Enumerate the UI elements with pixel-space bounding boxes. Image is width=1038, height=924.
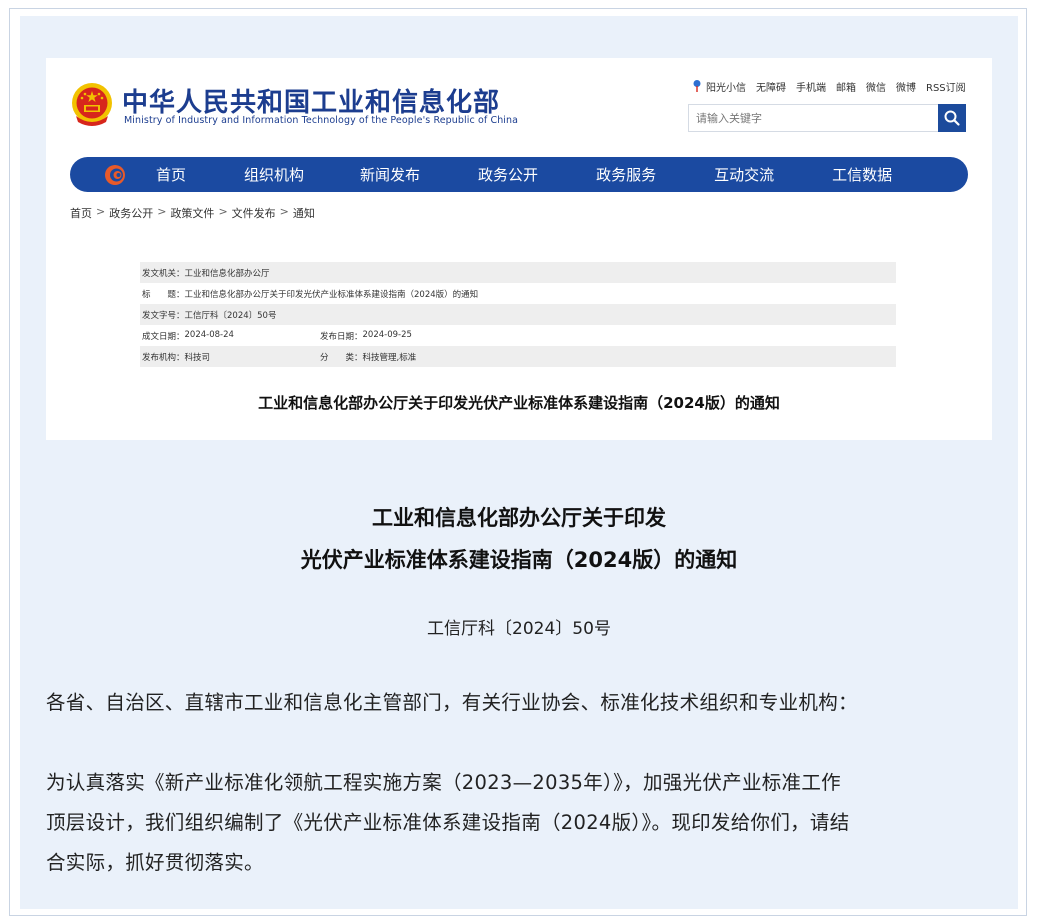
document-meta-table: 发文机关： 工业和信息化部办公厅 标 题： 工业和信息化部办公厅关于印发光伏产业…	[140, 262, 896, 367]
nav-news[interactable]: 新闻发布	[360, 164, 420, 185]
meta-published-value: 2024-09-25	[362, 329, 412, 340]
card-document-title: 工业和信息化部办公厅关于印发光伏产业标准体系建设指南（2024版）的通知	[258, 394, 780, 412]
breadcrumb-separator-icon: >	[218, 205, 228, 218]
breadcrumb-home[interactable]: 首页	[70, 205, 92, 221]
nav-gov-affairs[interactable]: 政务公开	[478, 164, 538, 185]
meta-row-issuer: 发文机关： 工业和信息化部办公厅	[140, 262, 896, 283]
site-name-en: Ministry of Industry and Information Tec…	[124, 115, 519, 126]
article-title-line2: 光伏产业标准体系建设指南（2024版）的通知	[300, 548, 738, 572]
toplink-sunshine[interactable]: 阳光小信	[706, 79, 746, 94]
nav-logo-icon	[105, 165, 125, 185]
breadcrumb-notice: 通知	[292, 207, 315, 220]
search-input[interactable]	[689, 105, 937, 131]
meta-published-label: 发布日期：	[320, 331, 363, 342]
toplink-mail[interactable]: 邮箱	[836, 79, 856, 94]
nav-gov-services[interactable]: 政务服务	[596, 164, 656, 185]
meta-issuer-label: 发文机关：	[142, 268, 185, 279]
breadcrumb-separator-icon: >	[157, 205, 167, 218]
meta-org-label: 发布机构：	[142, 352, 185, 363]
article-body-line: 为认真落实《新产业标准化领航工程实施方案（2023—2035年）》，加强光伏产业…	[46, 771, 841, 794]
webpage-screenshot-card: 中华人民共和国工业和信息化部 Ministry of Industry and …	[46, 58, 992, 440]
main-nav: 首页 组织机构 新闻发布 政务公开 政务服务 互动交流 工信数据	[70, 157, 968, 192]
search-icon	[944, 110, 960, 126]
article-title-line1: 工业和信息化部办公厅关于印发	[372, 506, 666, 530]
meta-category-cell: 分 类： 科技管理,标准	[320, 351, 416, 363]
meta-issuer-value: 工业和信息化部办公厅	[184, 268, 270, 279]
meta-category-label: 分 类：	[320, 352, 363, 363]
breadcrumb-release[interactable]: 文件发布	[232, 205, 276, 221]
search-box	[688, 104, 966, 132]
nav-interaction[interactable]: 互动交流	[714, 164, 774, 185]
meta-created-value: 2024-08-24	[184, 329, 234, 340]
top-links: 阳光小信 无障碍 手机端 邮箱 微信 微博 RSS订阅	[692, 78, 966, 94]
nav-items: 首页 组织机构 新闻发布 政务公开 政务服务 互动交流 工信数据	[156, 157, 892, 192]
meta-docno-value: 工信厅科〔2024〕50号	[184, 310, 277, 321]
meta-created-cell: 成文日期： 2024-08-24	[142, 330, 320, 342]
nav-organization[interactable]: 组织机构	[244, 164, 304, 185]
meta-row-dates: 成文日期： 2024-08-24 发布日期： 2024-09-25	[140, 325, 896, 346]
breadcrumb-policy[interactable]: 政策文件	[170, 205, 214, 221]
breadcrumb-separator-icon: >	[279, 205, 289, 218]
nav-data[interactable]: 工信数据	[832, 164, 892, 185]
meta-row-docno: 发文字号： 工信厅科〔2024〕50号	[140, 304, 896, 325]
article-body-line: 顶层设计，我们组织编制了《光伏产业标准体系建设指南（2024版）》。现印发给你们…	[46, 811, 850, 834]
meta-created-label: 成文日期：	[142, 331, 185, 342]
article-addressee: 各省、自治区、直辖市工业和信息化主管部门，有关行业协会、标准化技术组织和专业机构…	[46, 691, 858, 714]
nav-home[interactable]: 首页	[156, 164, 186, 185]
national-emblem-icon	[72, 83, 112, 126]
meta-row-title: 标 题： 工业和信息化部办公厅关于印发光伏产业标准体系建设指南（2024版）的通…	[140, 283, 896, 304]
article-doc-number: 工信厅科〔2024〕50号	[427, 619, 611, 639]
toplink-wechat[interactable]: 微信	[866, 79, 886, 94]
toplink-mobile[interactable]: 手机端	[796, 79, 826, 94]
article-body-line: 合实际，抓好贯彻落实。	[46, 851, 264, 874]
meta-row-org: 发布机构： 科技司 分 类： 科技管理,标准	[140, 346, 896, 367]
meta-docno-label: 发文字号：	[142, 310, 185, 321]
toplink-rss[interactable]: RSS订阅	[926, 79, 966, 94]
meta-category-value: 科技管理,标准	[362, 352, 417, 363]
toplink-weibo[interactable]: 微博	[896, 79, 916, 94]
breadcrumb-gov-affairs[interactable]: 政务公开	[109, 205, 153, 221]
meta-published-cell: 发布日期： 2024-09-25	[320, 330, 412, 342]
meta-org-value: 科技司	[184, 352, 211, 363]
article-body-paragraph: 为认真落实《新产业标准化领航工程实施方案（2023—2035年）》，加强光伏产业…	[46, 763, 996, 883]
meta-title-label: 标 题：	[142, 289, 185, 300]
location-pin-icon	[693, 80, 701, 92]
meta-org-cell: 发布机构： 科技司	[142, 351, 320, 363]
search-button[interactable]	[938, 104, 966, 132]
breadcrumb: 首页 > 政务公开 > 政策文件 > 文件发布 > 通知	[70, 205, 315, 221]
toplink-accessibility[interactable]: 无障碍	[756, 79, 786, 94]
breadcrumb-separator-icon: >	[96, 205, 106, 218]
site-name-cn: 中华人民共和国工业和信息化部	[122, 88, 501, 118]
meta-title-value: 工业和信息化部办公厅关于印发光伏产业标准体系建设指南（2024版）的通知	[184, 289, 479, 300]
